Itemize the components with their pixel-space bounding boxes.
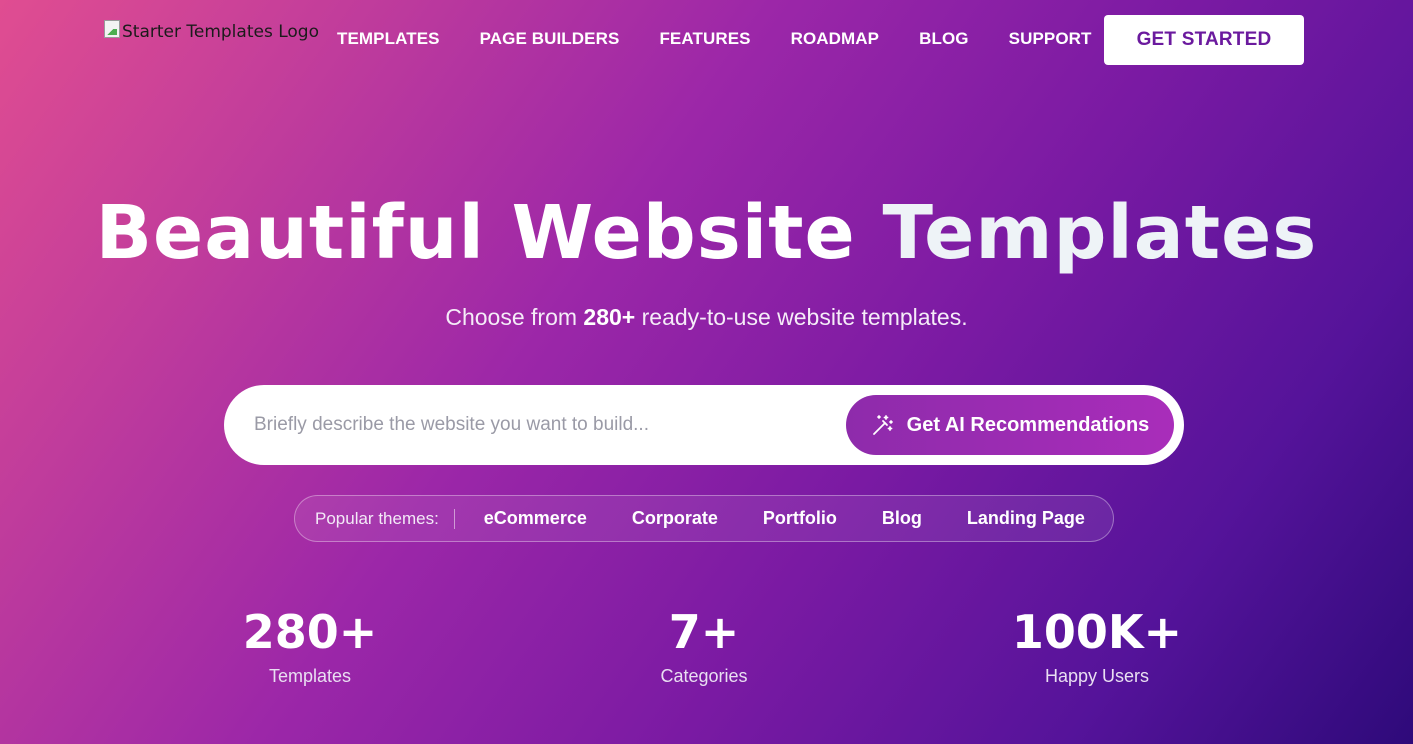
ai-search-bar: Get AI Recommendations	[224, 385, 1184, 465]
theme-portfolio[interactable]: Portfolio	[763, 508, 837, 529]
stat-categories: 7+ Categories	[554, 604, 854, 687]
themes-divider	[453, 508, 455, 529]
ai-button-label: Get AI Recommendations	[906, 413, 1150, 436]
theme-ecommerce[interactable]: eCommerce	[484, 508, 587, 529]
stat-happy-users: 100K+ Happy Users	[947, 604, 1247, 687]
stat-label: Categories	[660, 666, 748, 686]
nav-roadmap[interactable]: ROADMAP	[791, 29, 880, 49]
hero-title-tail: Templates	[882, 190, 1318, 276]
get-started-button[interactable]: GET STARTED	[1104, 15, 1304, 65]
theme-corporate[interactable]: Corporate	[632, 508, 718, 529]
broken-image-icon	[104, 20, 120, 38]
hero-title-main: Beautiful Website	[95, 190, 856, 276]
stat-label: Templates	[268, 666, 352, 686]
logo-alt-text: Starter Templates Logo	[122, 22, 319, 42]
nav-support[interactable]: SUPPORT	[1009, 29, 1092, 49]
theme-blog[interactable]: Blog	[882, 508, 922, 529]
nav-blog[interactable]: BLOG	[919, 29, 969, 49]
popular-themes-label: Popular themes:	[315, 508, 439, 528]
theme-links: eCommerce Corporate Portfolio Blog Landi…	[484, 508, 1085, 529]
site-logo[interactable]: Starter Templates Logo	[104, 20, 319, 42]
stat-value: 7+	[668, 605, 740, 659]
main-nav: TEMPLATES PAGE BUILDERS FEATURES ROADMAP…	[337, 29, 1092, 49]
subtitle-count: 280+	[583, 304, 636, 330]
get-ai-recommendations-button[interactable]: Get AI Recommendations	[846, 395, 1174, 455]
popular-themes-bar: Popular themes: eCommerce Corporate Port…	[294, 495, 1114, 542]
nav-page-builders[interactable]: PAGE BUILDERS	[480, 29, 620, 49]
hero-title: Beautiful Website Templates	[0, 190, 1413, 276]
stat-label: Happy Users	[1044, 666, 1150, 686]
subtitle-post: ready-to-use website templates.	[641, 304, 968, 330]
subtitle-pre: Choose from	[445, 304, 578, 330]
magic-wand-icon	[872, 415, 893, 435]
nav-templates[interactable]: TEMPLATES	[337, 29, 440, 49]
stat-value: 100K+	[1011, 605, 1183, 659]
nav-features[interactable]: FEATURES	[659, 29, 750, 49]
theme-landing-page[interactable]: Landing Page	[967, 508, 1085, 529]
stat-templates: 280+ Templates	[160, 604, 460, 687]
website-description-input[interactable]	[254, 407, 834, 443]
hero-subtitle: Choose from 280+ ready-to-use website te…	[0, 304, 1413, 331]
stat-value: 280+	[242, 605, 378, 659]
